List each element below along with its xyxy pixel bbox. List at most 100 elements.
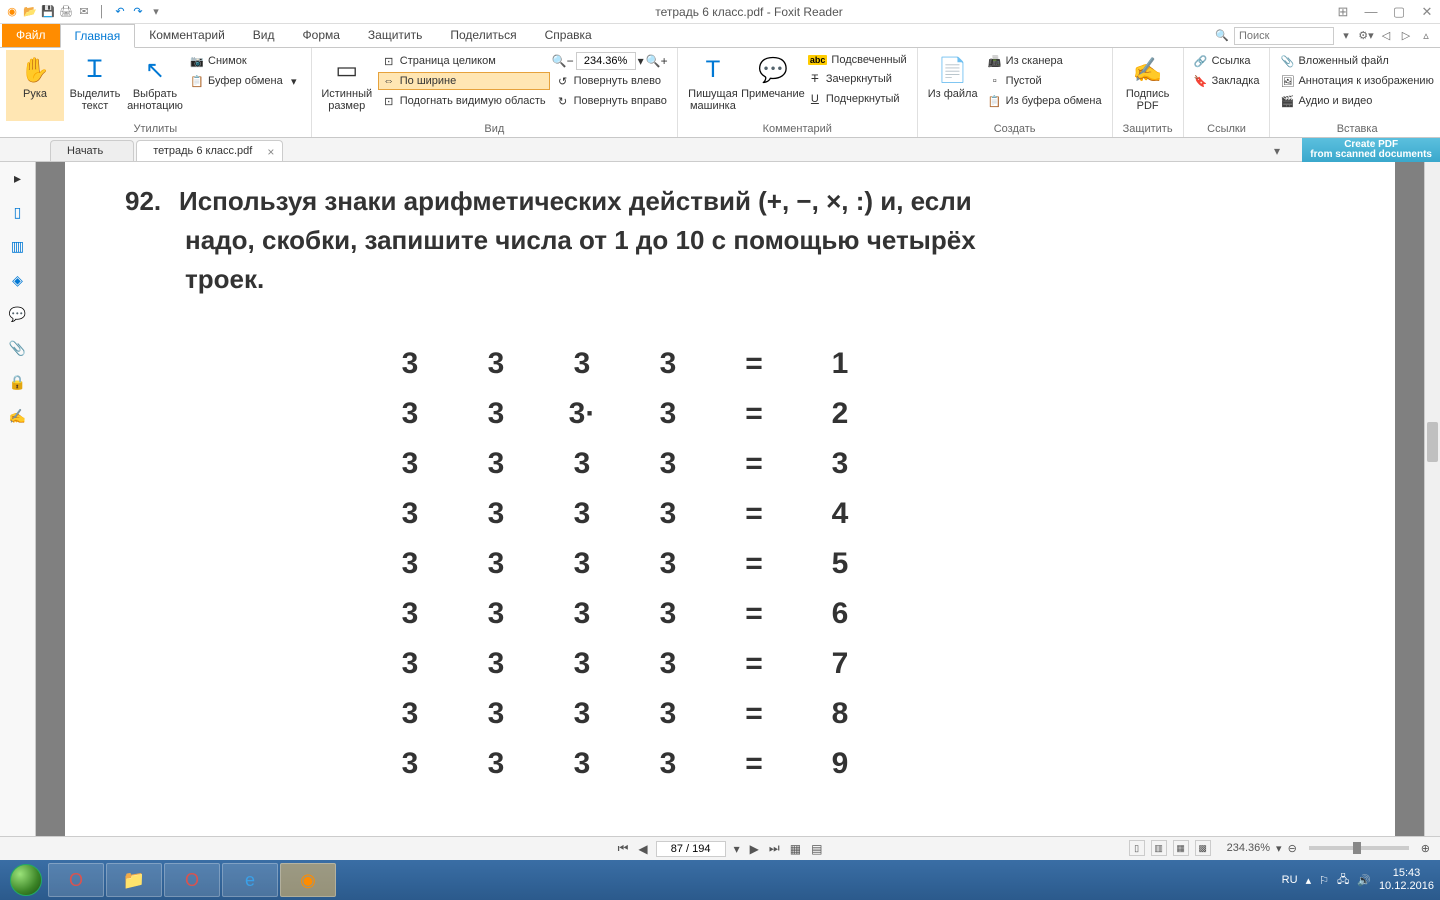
tab-comments[interactable]: Комментарий — [135, 24, 239, 47]
tray-network-icon[interactable]: 🖧 — [1337, 871, 1349, 890]
page-number-input[interactable] — [656, 841, 726, 857]
image-annotation-button[interactable]: 🖼Аннотация к изображению — [1276, 72, 1437, 90]
zoom-slider[interactable] — [1309, 846, 1409, 850]
layers-panel-icon[interactable]: ◈ — [8, 270, 28, 290]
promo-banner[interactable]: Create PDF from scanned documents — [1302, 138, 1440, 162]
highlight-button[interactable]: abcПодсвеченный — [804, 52, 911, 68]
comments-panel-icon[interactable]: 💬 — [8, 304, 28, 324]
file-attachment-button[interactable]: 📎Вложенный файл — [1276, 52, 1437, 70]
tray-arrow-icon[interactable]: ▴ — [1306, 874, 1312, 887]
page-layout-icon-1[interactable]: ▦ — [788, 842, 803, 856]
actual-size-button[interactable]: ▭ Истинный размер — [318, 50, 376, 121]
taskbar-opera-2[interactable]: O — [164, 863, 220, 897]
open-icon[interactable]: 📂 — [22, 4, 38, 20]
save-icon[interactable]: 💾 — [40, 4, 56, 20]
link-button[interactable]: 🔗Ссылка — [1190, 52, 1264, 70]
taskbar-ie[interactable]: e — [222, 863, 278, 897]
snapshot-button[interactable]: 📷Снимок — [186, 52, 305, 70]
rotate-left-button[interactable]: ↺Повернуть влево — [552, 72, 671, 90]
zoom-out-icon[interactable]: 🔍− — [552, 54, 574, 68]
vertical-scrollbar[interactable] — [1424, 162, 1440, 836]
start-button[interactable] — [6, 862, 46, 898]
pages-panel-icon[interactable]: ▥ — [8, 236, 28, 256]
prev-page-icon[interactable]: ◀ — [636, 842, 649, 856]
tab-home[interactable]: Главная — [60, 24, 136, 48]
tab-share[interactable]: Поделиться — [436, 24, 530, 47]
bookmarks-panel-icon[interactable]: ▯ — [8, 202, 28, 222]
select-annotation-button[interactable]: ↖ Выбрать аннотацию — [126, 50, 184, 121]
tray-action-center-icon[interactable]: ⚐ — [1319, 874, 1329, 887]
search-input[interactable] — [1234, 27, 1334, 45]
first-page-icon[interactable]: ⏮ — [616, 841, 631, 856]
audio-video-button[interactable]: 🎬Аудио и видео — [1276, 92, 1437, 110]
tab-protect[interactable]: Защитить — [354, 24, 436, 47]
last-page-icon[interactable]: ⏭ — [767, 841, 782, 856]
view-single-icon[interactable]: ▯ — [1129, 840, 1145, 856]
tray-volume-icon[interactable]: 🔊 — [1357, 874, 1371, 887]
signatures-panel-icon[interactable]: ✍ — [8, 406, 28, 426]
undo-icon[interactable]: ↶ — [112, 4, 128, 20]
zoom-dropdown-icon[interactable]: ▾ — [638, 54, 644, 68]
attachments-panel-icon[interactable]: 📎 — [8, 338, 28, 358]
page-dropdown-icon[interactable]: ▾ — [732, 842, 742, 856]
pdf-sign-button[interactable]: ✍ Подпись PDF — [1119, 50, 1177, 121]
zoom-input[interactable] — [576, 52, 636, 70]
taskbar-explorer[interactable]: 📁 — [106, 863, 162, 897]
search-dropdown-icon[interactable]: ▾ — [1338, 28, 1354, 44]
tab-help[interactable]: Справка — [531, 24, 606, 47]
note-button[interactable]: 💬 Примечание — [744, 50, 802, 121]
from-scanner-button[interactable]: 📠Из сканера — [984, 52, 1106, 70]
close-tab-icon[interactable]: × — [267, 145, 274, 159]
fit-visible-button[interactable]: ⊡Подогнать видимую область — [378, 92, 550, 110]
tab-file[interactable]: Файл — [2, 24, 60, 47]
ribbon-collapse-icon[interactable]: ▵ — [1418, 28, 1434, 44]
tab-form[interactable]: Форма — [289, 24, 354, 47]
qat-dropdown-icon[interactable]: ▾ — [148, 4, 164, 20]
tray-clock[interactable]: 15:43 10.12.2016 — [1379, 867, 1434, 893]
taskbar-opera[interactable]: O — [48, 863, 104, 897]
doctab-current[interactable]: тетрадь 6 класс.pdf× — [136, 140, 283, 161]
redo-icon[interactable]: ↷ — [130, 4, 146, 20]
nav-prev-icon[interactable]: ◁ — [1378, 28, 1394, 44]
nav-next-icon[interactable]: ▷ — [1398, 28, 1414, 44]
view-continuous-icon[interactable]: ▥ — [1151, 840, 1167, 856]
tab-view[interactable]: Вид — [239, 24, 289, 47]
strikeout-button[interactable]: TЗачеркнутый — [804, 70, 911, 88]
zoom-in-icon[interactable]: 🔍+ — [646, 54, 668, 68]
security-panel-icon[interactable]: 🔒 — [8, 372, 28, 392]
rotate-right-button[interactable]: ↻Повернуть вправо — [552, 92, 671, 110]
zoom-in-icon[interactable]: ⊕ — [1421, 842, 1430, 855]
underline-button[interactable]: UПодчеркнутый — [804, 90, 911, 108]
document-area[interactable]: 92.Используя знаки арифметических действ… — [36, 162, 1424, 836]
zoom-out-icon[interactable]: ⊖ — [1288, 842, 1297, 855]
hand-tool-button[interactable]: ✋ Рука — [6, 50, 64, 121]
from-file-button[interactable]: 📄 Из файла — [924, 50, 982, 121]
email-icon[interactable]: ✉ — [76, 4, 92, 20]
zoom-dropdown-icon[interactable]: ▾ — [1276, 842, 1282, 855]
fit-width-button[interactable]: ⇔По ширине — [378, 72, 550, 90]
settings-gear-icon[interactable]: ⚙▾ — [1358, 28, 1374, 44]
from-clipboard-button[interactable]: 📋Из буфера обмена — [984, 92, 1106, 110]
tray-lang[interactable]: RU — [1282, 874, 1298, 886]
select-text-button[interactable]: Ꮖ Выделить текст — [66, 50, 124, 121]
typewriter-button[interactable]: T Пишущая машинка — [684, 50, 742, 121]
close-icon[interactable]: ✕ — [1418, 4, 1436, 20]
view-continuous-facing-icon[interactable]: ▩ — [1195, 840, 1211, 856]
panel-expand-icon[interactable]: ▸ — [8, 168, 28, 188]
blank-button[interactable]: ▫Пустой — [984, 72, 1106, 90]
zoom-slider-knob[interactable] — [1353, 842, 1361, 854]
bookmark-button[interactable]: 🔖Закладка — [1190, 72, 1264, 90]
maximize-icon[interactable]: ▢ — [1390, 4, 1408, 20]
next-page-icon[interactable]: ▶ — [748, 842, 761, 856]
minimize-icon[interactable]: — — [1362, 4, 1380, 19]
taskbar-foxit[interactable]: ◉ — [280, 863, 336, 897]
page-layout-icon-2[interactable]: ▤ — [809, 842, 824, 856]
ribbon-options-icon[interactable]: ⊞ — [1334, 4, 1352, 20]
print-icon[interactable]: 🖨 — [58, 4, 74, 20]
view-facing-icon[interactable]: ▦ — [1173, 840, 1189, 856]
scrollbar-thumb[interactable] — [1427, 422, 1438, 462]
clipboard-button[interactable]: 📋Буфер обмена▾ — [186, 72, 305, 90]
tabs-dropdown-icon[interactable]: ▾ — [1274, 144, 1280, 158]
doctab-start[interactable]: Начать — [50, 140, 134, 161]
whole-page-button[interactable]: ⊡Страница целиком — [378, 52, 550, 70]
